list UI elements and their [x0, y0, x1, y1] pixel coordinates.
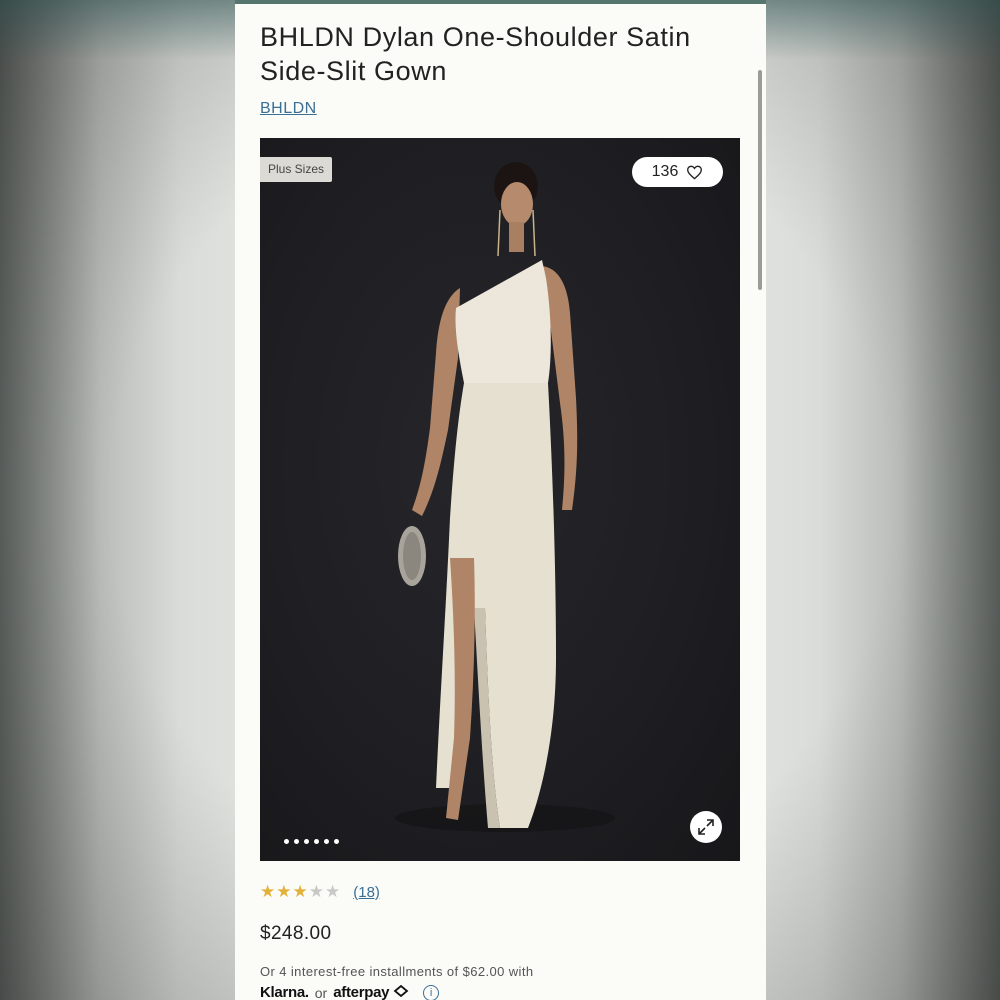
- pagination-dot-6[interactable]: [334, 839, 339, 844]
- info-icon[interactable]: i: [423, 984, 440, 1000]
- product-title: BHLDN Dylan One-Shoulder Satin Side-Slit…: [260, 22, 691, 86]
- expand-icon: [698, 819, 714, 835]
- plus-sizes-badge: Plus Sizes: [260, 157, 333, 182]
- price: $248.00: [260, 923, 332, 944]
- brand-link[interactable]: BHLDN: [260, 100, 317, 118]
- afterpay-logo: afterpay: [333, 984, 409, 1000]
- or-label: or: [314, 984, 328, 1000]
- favorite-button[interactable]: 136: [632, 157, 723, 187]
- payment-options: Klarna. or afterpay i: [260, 984, 440, 1000]
- star-icon-3: ★: [292, 882, 308, 901]
- review-count-link[interactable]: (18): [353, 884, 380, 901]
- model-photo: [395, 162, 615, 832]
- installments-text: Or 4 interest-free installments of $62.0…: [260, 964, 534, 979]
- pagination-dot-1[interactable]: [284, 839, 289, 844]
- pagination-dot-3[interactable]: [304, 839, 309, 844]
- rating[interactable]: ★ ★ ★ ★ ★ (18): [260, 882, 380, 902]
- afterpay-label: afterpay: [333, 984, 390, 1000]
- pagination-dot-2[interactable]: [294, 839, 299, 844]
- afterpay-arrows-icon: [393, 984, 409, 998]
- pagination-dot-4[interactable]: [314, 839, 319, 844]
- product-page: BHLDN Dylan One-Shoulder Satin Side-Slit…: [235, 0, 766, 1000]
- product-image[interactable]: Plus Sizes 136: [260, 138, 740, 861]
- like-count: 136: [651, 163, 679, 180]
- heart-icon: [687, 165, 703, 180]
- star-icon-4: ★: [308, 882, 324, 901]
- top-border: [235, 0, 766, 4]
- image-pagination: [284, 839, 339, 844]
- scrollbar[interactable]: [758, 70, 762, 290]
- pagination-dot-5[interactable]: [324, 839, 329, 844]
- klarna-logo: Klarna.: [260, 984, 309, 1000]
- star-icon-5: ★: [325, 882, 341, 901]
- expand-image-button[interactable]: [690, 811, 722, 843]
- star-icon-2: ★: [276, 882, 292, 901]
- star-icon-1: ★: [260, 882, 276, 901]
